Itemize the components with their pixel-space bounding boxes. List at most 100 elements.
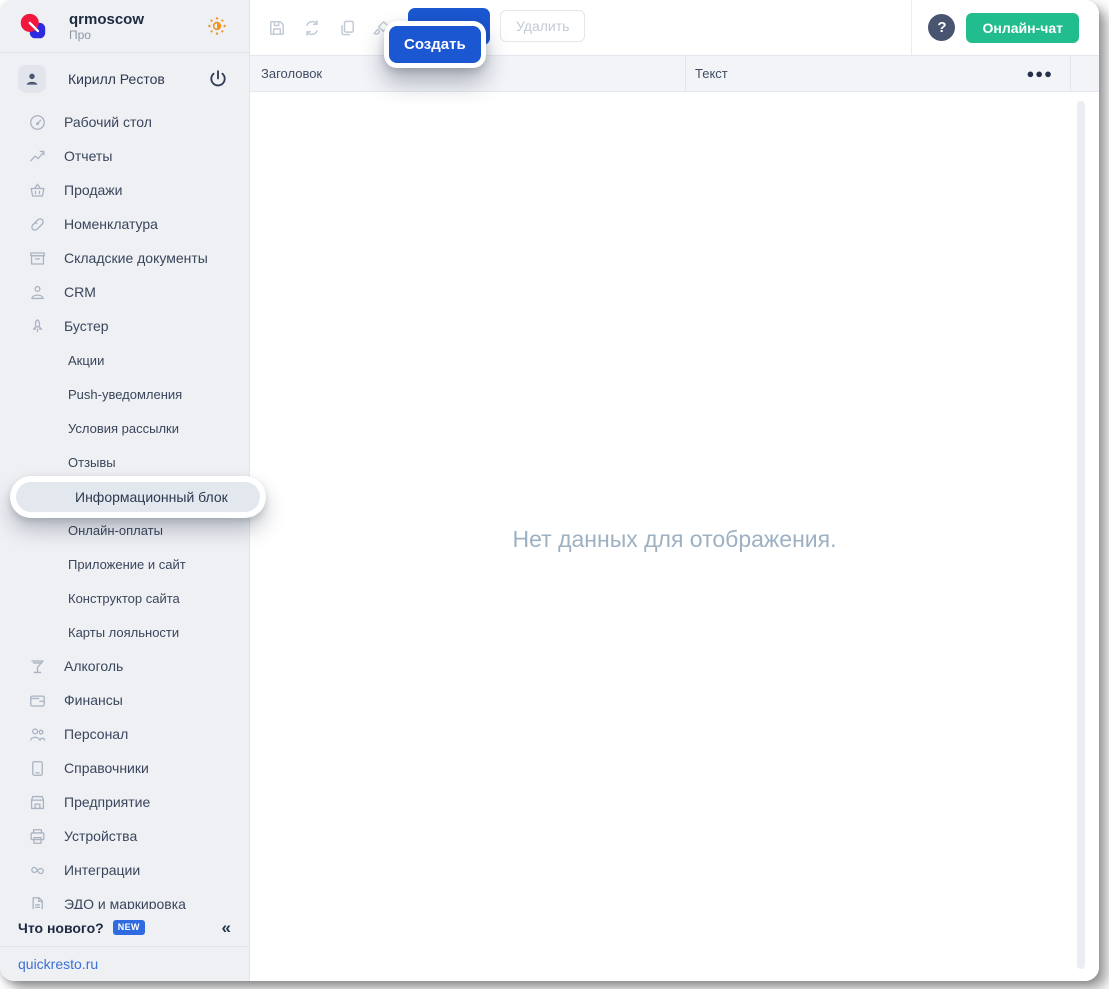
quickresto-site-link[interactable]: quickresto.ru	[18, 956, 98, 972]
column-label: Заголовок	[261, 66, 322, 81]
sidebar-item-label: Отзывы	[68, 455, 116, 470]
empty-state-message: Нет данных для отображения.	[250, 526, 1099, 553]
dashboard-icon	[28, 113, 47, 132]
new-badge: NEW	[113, 920, 145, 935]
highlighted-create-button-wrapper: Создать	[384, 21, 486, 68]
sidebar-item-sales[interactable]: Продажи	[0, 173, 249, 207]
sidebar-item-reports[interactable]: Отчеты	[0, 139, 249, 173]
column-label: Текст	[695, 66, 728, 81]
reports-chart-icon	[28, 147, 47, 166]
sidebar-item-label: Финансы	[64, 692, 123, 708]
logout-power-icon[interactable]	[207, 68, 229, 90]
sidebar-item-app-and-site[interactable]: Приложение и сайт	[0, 547, 249, 581]
site-row: quickresto.ru	[0, 946, 249, 981]
sidebar-item-label: Онлайн-оплаты	[68, 523, 163, 538]
vertical-scrollbar[interactable]	[1077, 101, 1085, 969]
whats-new-link[interactable]: Что нового?	[18, 920, 104, 936]
sidebar-item-label: Информационный блок	[16, 482, 260, 512]
app-window: qrmoscow Про	[0, 0, 1099, 981]
sidebar-header: qrmoscow Про	[0, 0, 249, 53]
sidebar-item-label: Push-уведомления	[68, 387, 182, 402]
highlighted-sidebar-item-info-block[interactable]: Информационный блок	[10, 476, 266, 518]
toolbar-right: ? Онлайн-чат	[911, 0, 1099, 55]
crm-person-icon	[28, 283, 47, 302]
brand-name: qrmoscow	[69, 11, 205, 28]
sidebar-item-directories[interactable]: Справочники	[0, 751, 249, 785]
theme-sun-icon[interactable]	[205, 14, 229, 38]
sidebar-item-label: Устройства	[64, 828, 137, 844]
online-chat-button[interactable]: Онлайн-чат	[966, 13, 1079, 43]
sidebar-item-staff[interactable]: Персонал	[0, 717, 249, 751]
sidebar-item-label: Конструктор сайта	[68, 591, 180, 606]
create-button[interactable]: Создать	[389, 26, 481, 63]
table-options-icon[interactable]: ●●●	[1026, 66, 1053, 81]
sidebar-item-label: Бустер	[64, 318, 109, 334]
sidebar-item-label: Алкоголь	[64, 658, 123, 674]
tablet-icon	[28, 759, 47, 778]
sidebar-item-label: Карты лояльности	[68, 625, 179, 640]
sidebar-item-booster[interactable]: Бустер	[0, 309, 249, 343]
sidebar-item-label: Продажи	[64, 182, 122, 198]
sidebar-item-label: Справочники	[64, 760, 149, 776]
user-avatar-icon	[18, 65, 46, 93]
collapse-sidebar-icon[interactable]: «	[222, 919, 231, 936]
delete-button[interactable]: Удалить	[500, 10, 585, 42]
wallet-icon	[28, 691, 47, 710]
table-header-gutter	[1070, 56, 1099, 91]
sidebar-item-edo-marking[interactable]: ЭДО и маркировка	[0, 887, 249, 909]
sidebar-item-label: CRM	[64, 284, 96, 300]
copy-icon[interactable]	[337, 18, 357, 38]
sidebar-item-label: Интеграции	[64, 862, 140, 878]
sidebar-item-loyalty-cards[interactable]: Карты лояльности	[0, 615, 249, 649]
sidebar-item-push-notifications[interactable]: Push-уведомления	[0, 377, 249, 411]
help-icon[interactable]: ?	[928, 14, 955, 41]
sidebar-item-warehouse-documents[interactable]: Складские документы	[0, 241, 249, 275]
sidebar-item-label: Номенклатура	[64, 216, 158, 232]
toolbar: Создать Удалить ? Онлайн-чат	[250, 0, 1099, 55]
sidebar-item-reviews[interactable]: Отзывы	[0, 445, 249, 479]
document-icon	[28, 895, 47, 910]
sidebar-item-online-payments[interactable]: Онлайн-оплаты	[0, 513, 249, 547]
tag-icon	[28, 215, 47, 234]
sidebar-item-devices[interactable]: Устройства	[0, 819, 249, 853]
sidebar-item-alcohol[interactable]: Алкоголь	[0, 649, 249, 683]
quick-resto-logo-icon	[18, 12, 47, 41]
archive-box-icon	[28, 249, 47, 268]
sidebar-item-finance[interactable]: Финансы	[0, 683, 249, 717]
printer-icon	[28, 827, 47, 846]
sidebar-item-nomenclature[interactable]: Номенклатура	[0, 207, 249, 241]
sidebar-item-dashboard[interactable]: Рабочий стол	[0, 105, 249, 139]
toolbar-icons	[267, 18, 392, 38]
refresh-icon[interactable]	[302, 18, 322, 38]
brand-plan-label: Про	[69, 28, 205, 42]
sidebar-item-promotions[interactable]: Акции	[0, 343, 249, 377]
user-name: Кирилл Рестов	[68, 71, 207, 87]
sidebar-item-mailing-conditions[interactable]: Условия рассылки	[0, 411, 249, 445]
storefront-icon	[28, 793, 47, 812]
sidebar-item-label: Отчеты	[64, 148, 112, 164]
sidebar-item-enterprise[interactable]: Предприятие	[0, 785, 249, 819]
brand-block: qrmoscow Про	[69, 11, 205, 42]
infinity-icon	[28, 861, 47, 880]
sidebar-item-label: Акции	[68, 353, 104, 368]
booster-rocket-icon	[28, 317, 47, 336]
table-header: Заголовок Текст ●●●	[250, 55, 1099, 92]
sidebar-item-label: Предприятие	[64, 794, 150, 810]
table-content: Нет данных для отображения.	[250, 93, 1099, 981]
sidebar-item-label: ЭДО и маркировка	[64, 896, 186, 909]
sidebar-item-crm[interactable]: CRM	[0, 275, 249, 309]
sidebar-item-integrations[interactable]: Интеграции	[0, 853, 249, 887]
column-header-text[interactable]: Текст ●●●	[686, 56, 1070, 91]
main-area: Создать Удалить ? Онлайн-чат Заголовок Т…	[250, 0, 1099, 981]
sidebar-item-site-builder[interactable]: Конструктор сайта	[0, 581, 249, 615]
whats-new-row: Что нового? NEW «	[0, 909, 249, 946]
sidebar-item-label: Рабочий стол	[64, 114, 152, 130]
sidebar-item-label: Складские документы	[64, 250, 208, 266]
sidebar-item-label: Персонал	[64, 726, 128, 742]
sidebar-footer: Что нового? NEW « quickresto.ru	[0, 909, 249, 981]
martini-glass-icon	[28, 657, 47, 676]
user-row[interactable]: Кирилл Рестов	[0, 53, 249, 104]
sidebar-item-label: Приложение и сайт	[68, 557, 186, 572]
save-icon[interactable]	[267, 18, 287, 38]
people-icon	[28, 725, 47, 744]
